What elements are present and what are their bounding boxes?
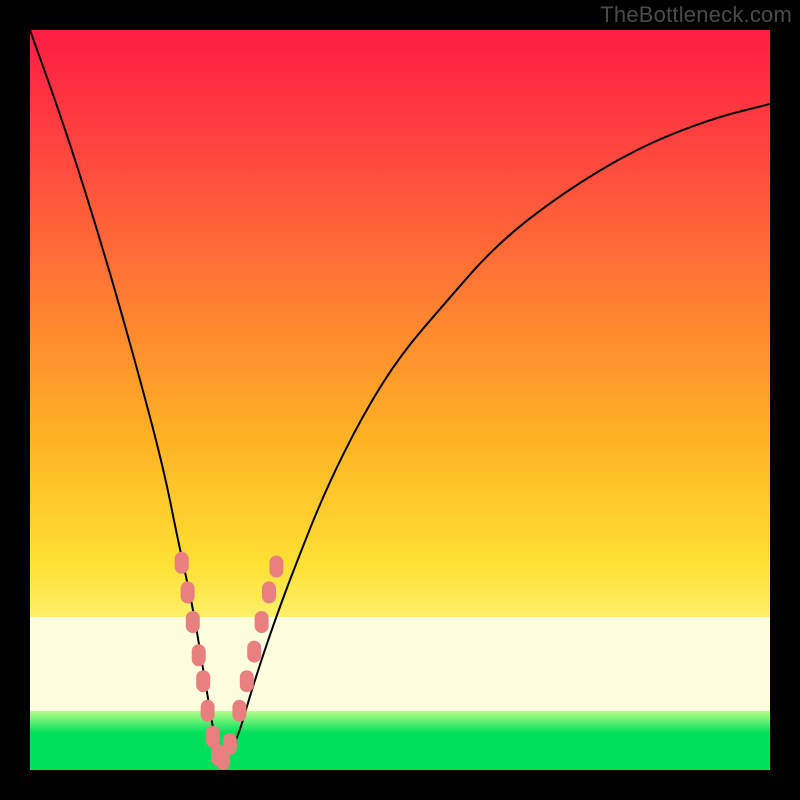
bottleneck-curve: [30, 30, 770, 757]
marker-dot: [192, 644, 206, 666]
marker-dot: [240, 670, 254, 692]
marker-dot: [181, 581, 195, 603]
chart-frame: TheBottleneck.com: [0, 0, 800, 800]
marker-dot: [201, 700, 215, 722]
marker-dot: [255, 611, 269, 633]
marker-dot: [262, 581, 276, 603]
marker-dot: [269, 556, 283, 578]
highlight-markers: [175, 552, 284, 770]
curve-layer: [30, 30, 770, 770]
marker-dot: [247, 641, 261, 663]
plot-area: [30, 30, 770, 770]
marker-dot: [186, 611, 200, 633]
marker-dot: [223, 733, 237, 755]
marker-dot: [175, 552, 189, 574]
marker-dot: [196, 670, 210, 692]
watermark-text: TheBottleneck.com: [600, 2, 792, 28]
marker-dot: [232, 700, 246, 722]
